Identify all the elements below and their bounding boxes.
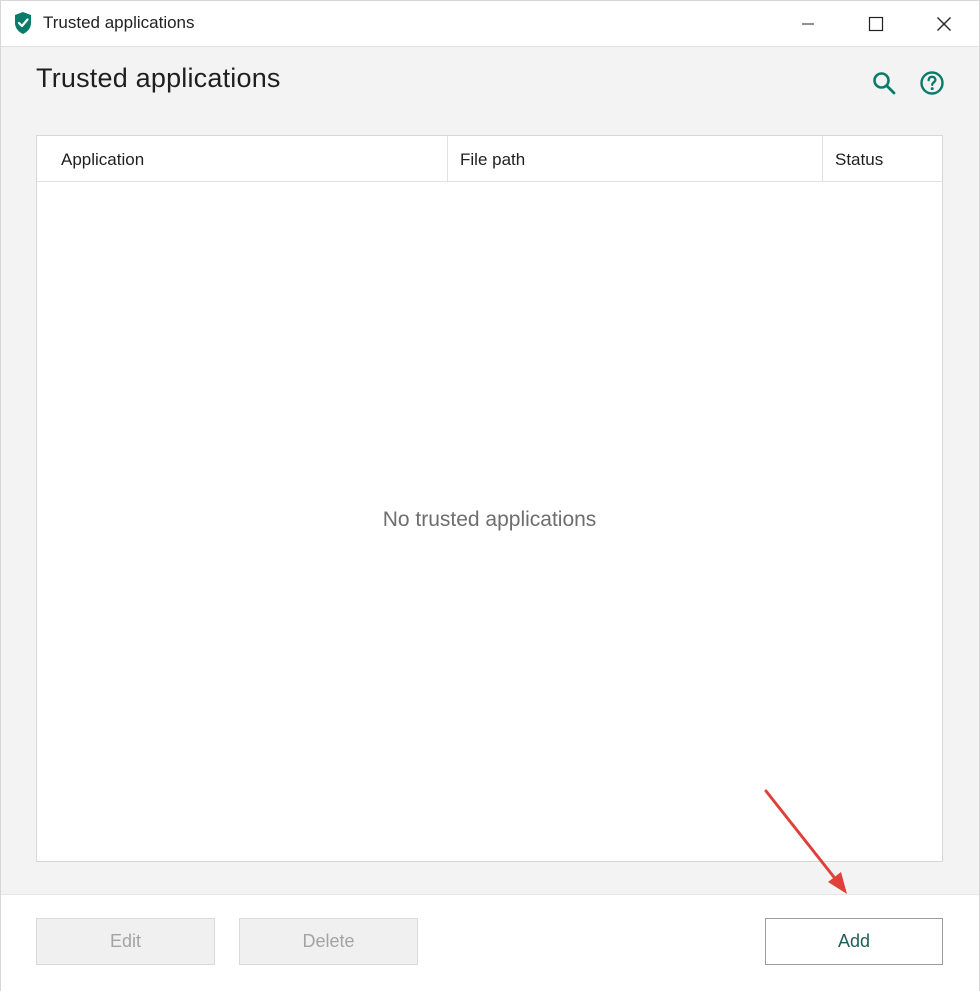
search-button[interactable] [870,69,898,97]
close-icon [937,16,951,31]
add-button[interactable]: Add [765,918,943,965]
help-button[interactable] [918,69,946,97]
minimize-button[interactable] [785,1,831,46]
minimize-icon [802,23,814,24]
trusted-applications-window: Trusted applications Trusted application… [0,0,980,991]
delete-button[interactable]: Delete [239,918,418,965]
close-button[interactable] [921,1,967,46]
search-icon [873,72,896,95]
help-icon [920,71,944,95]
maximize-button[interactable] [853,1,899,46]
maximize-icon [868,16,884,31]
footer-bar: Edit Delete Add [1,894,979,991]
trusted-applications-table: Application File path Status No trusted … [36,135,943,862]
window-title: Trusted applications [43,13,195,32]
shield-check-icon [13,11,33,35]
title-bar: Trusted applications [1,1,979,47]
page-title: Trusted applications [36,63,281,93]
empty-state-message: No trusted applications [382,508,597,531]
table-header: Application File path Status [37,136,942,182]
column-header-file-path[interactable]: File path [448,136,823,181]
edit-button[interactable]: Edit [36,918,215,965]
column-header-status[interactable]: Status [823,136,942,181]
column-header-application[interactable]: Application [37,136,448,181]
